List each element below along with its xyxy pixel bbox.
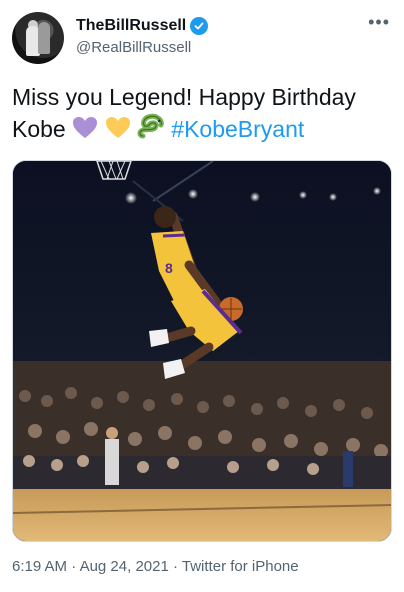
svg-text:8: 8 [165,260,173,276]
tweet-text-line1: Miss you Legend! Happy Birthday [12,84,356,110]
more-horizontal-icon[interactable]: ••• [368,12,390,32]
tweet-date[interactable]: Aug 24, 2021 [80,558,169,575]
meta-separator: · [172,558,178,575]
tweet-source[interactable]: Twitter for iPhone [182,558,299,575]
tweet-text-line2: Kobe [12,116,66,142]
tweet-time[interactable]: 6:19 AM [12,558,67,575]
tweet-photo[interactable]: 8 [12,160,392,542]
tweet-header: TheBillRussell @RealBillRussell ••• [12,12,392,66]
author-handle[interactable]: @RealBillRussell [76,38,208,58]
meta-separator: · [71,558,77,575]
purple-heart-emoji-icon [72,116,98,147]
display-name-text[interactable]: TheBillRussell [76,16,186,36]
yellow-heart-emoji-icon [105,116,131,147]
tweet-meta: 6:19 AM · Aug 24, 2021 · Twitter for iPh… [12,556,299,578]
author-avatar[interactable] [12,12,64,64]
basketball-dunk-photo: 8 [13,161,391,541]
hashtag-link[interactable]: #KobeBryant [171,116,304,142]
author-display-name[interactable]: TheBillRussell [76,16,209,36]
tweet-text: Miss you Legend! Happy Birthday Kobe #Ko… [12,82,392,147]
author-names: TheBillRussell @RealBillRussell [76,16,209,58]
verified-badge-icon [190,17,209,35]
snake-emoji-icon [137,112,165,147]
